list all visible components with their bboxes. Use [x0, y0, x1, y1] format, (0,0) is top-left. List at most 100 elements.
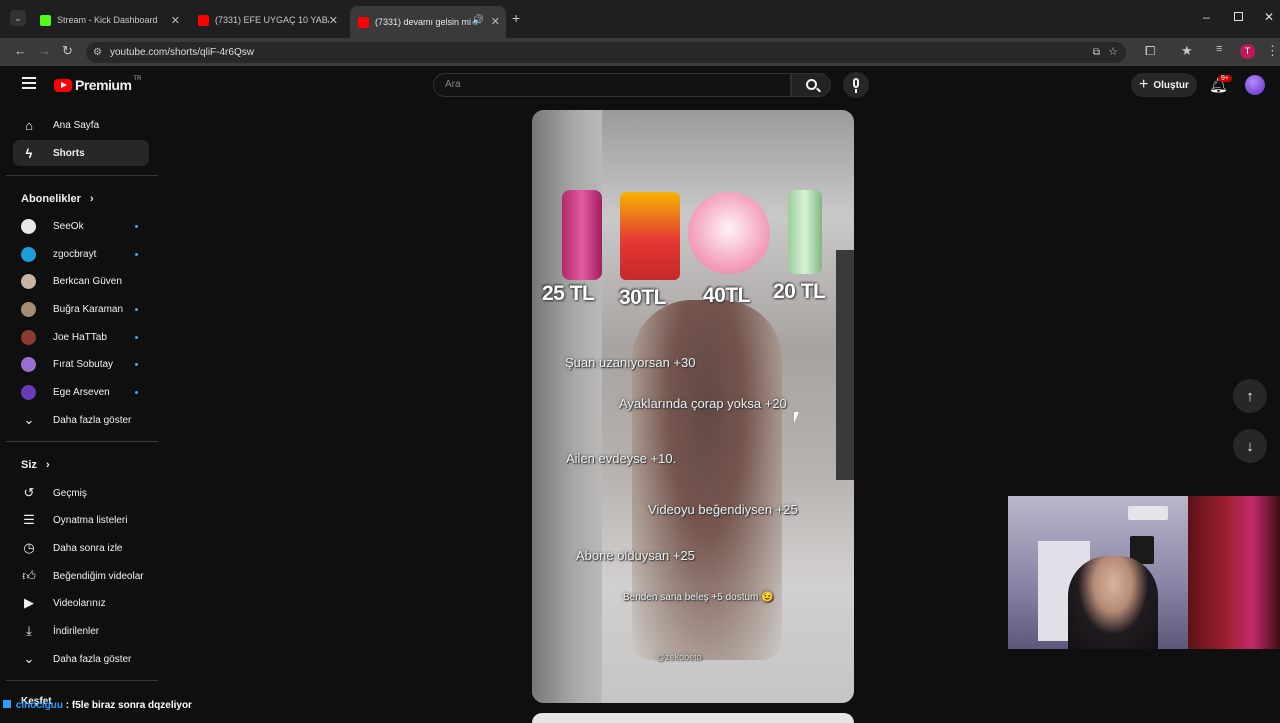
sidebar-divider [6, 175, 158, 176]
back-icon[interactable]: ← [14, 43, 27, 58]
sidebar-show-more-you[interactable]: ⌄ Daha fazla göster [13, 646, 149, 672]
sidebar-item-home[interactable]: ⌂ Ana Sayfa [13, 112, 149, 138]
playlist-icon: ☰ [23, 512, 35, 527]
sidebar-item-label: zgocbrayt [53, 248, 97, 260]
youtube-play-logo-icon [54, 78, 72, 92]
new-tab-button[interactable]: + [512, 10, 520, 26]
chat-username: cinociguu [15, 700, 64, 711]
chevron-right-icon: › [89, 193, 94, 205]
sidebar-sub-zgocbrayt[interactable]: zgocbrayt [13, 241, 149, 267]
youtube-favicon-icon [198, 14, 209, 26]
streamer-webcam [1008, 496, 1280, 649]
video-caption-line: Şuan uzanıyorsan +30 [565, 355, 696, 370]
sidebar-item-downloads[interactable]: ⤓ İndirilenler [13, 618, 149, 644]
close-tab-icon[interactable]: ✕ [491, 15, 500, 28]
voice-search-button[interactable] [843, 72, 869, 98]
tab-youtube-short[interactable]: (7331) devamı gelsin mi #fc 🔊 ✕ [350, 6, 506, 38]
chat-message-text: : f5le biraz sonra dqzeliyor [65, 700, 192, 711]
bookmark-star-icon[interactable]: ☆ [1108, 42, 1118, 63]
logo-text: Premium [75, 77, 132, 93]
sidebar-item-watch-later[interactable]: ◷ Daha sonra izle [13, 535, 149, 561]
new-content-dot [135, 252, 138, 256]
watch-later-icon: ◷ [23, 540, 35, 555]
new-content-dot [135, 224, 138, 228]
mouse-cursor-icon [794, 412, 799, 423]
account-avatar[interactable] [1245, 75, 1265, 95]
close-window-icon[interactable]: ✕ [1264, 10, 1274, 24]
new-content-dot [135, 362, 138, 366]
sidebar-show-more-subs[interactable]: ⌄ Daha fazla göster [13, 407, 149, 433]
sidebar-item-label: Berkcan Güven [53, 275, 122, 287]
short-video-player[interactable]: 25 TL 30TL 40TL 20 TL Şuan uzanıyorsan +… [532, 110, 854, 703]
video-caption-line: Ayaklarında çorap yoksa +20 [619, 396, 787, 411]
bookmarks-icon[interactable]: ★ [1181, 43, 1193, 59]
search-input[interactable]: Ara [433, 73, 791, 97]
reload-icon[interactable]: ↻ [62, 43, 73, 59]
sidebar-item-liked[interactable]: 👍︎ Beğendiğim videolar [13, 563, 149, 589]
arrow-down-icon: ↓ [1246, 437, 1254, 455]
sidebar-item-history[interactable]: ↺ Geçmiş [13, 480, 149, 506]
restore-icon[interactable] [1234, 12, 1243, 21]
create-button[interactable]: + Oluştur [1131, 73, 1197, 97]
browser-tab-bar: ⌄ Stream - Kick Dashboard ✕ (7331) EFE U… [0, 0, 1280, 38]
close-tab-icon[interactable]: ✕ [329, 14, 338, 27]
subscriptions-header[interactable]: Abonelikler › [21, 193, 94, 205]
install-app-icon[interactable]: ⧉ [1093, 42, 1100, 63]
mic-stand [855, 89, 857, 93]
cheetos-bag [620, 192, 680, 280]
address-bar[interactable]: ⚙ youtube.com/shorts/qliF-4r6Qsw ⧉ ☆ [86, 42, 1126, 63]
price-label: 20 TL [773, 280, 826, 303]
next-short-button[interactable]: ↓ [1233, 429, 1267, 463]
forward-icon[interactable]: → [38, 43, 51, 58]
webcam-ac-unit [1128, 506, 1168, 520]
previous-short-button[interactable]: ↑ [1233, 379, 1267, 413]
sidebar-item-label: Fırat Sobutay [53, 358, 114, 370]
tab-kick-dashboard[interactable]: Stream - Kick Dashboard ✕ [32, 8, 186, 32]
home-icon: ⌂ [25, 117, 33, 133]
sidebar-item-label: Oynatma listeleri [53, 514, 128, 526]
audio-playing-icon[interactable]: 🔊 [472, 15, 484, 26]
notification-count-badge: 9+ [1218, 75, 1232, 82]
media-control-icon[interactable]: ≡ [1216, 43, 1222, 55]
browser-menu-icon[interactable]: ⋮ [1266, 43, 1279, 59]
sidebar-item-shorts[interactable]: ϟ Shorts [13, 140, 149, 166]
avatar [21, 356, 36, 372]
create-label: Oluştur [1153, 79, 1189, 91]
new-content-dot [135, 307, 138, 311]
sidebar-sub-ege[interactable]: Ege Arseven [13, 379, 149, 405]
youtube-logo[interactable]: Premium TR [54, 76, 141, 94]
sidebar-item-label: Ege Arseven [53, 386, 110, 398]
avatar [21, 301, 36, 317]
sidebar-item-playlists[interactable]: ☰ Oynatma listeleri [13, 507, 149, 533]
you-header[interactable]: Siz › [21, 459, 50, 471]
green-drink-can [788, 190, 822, 274]
sidebar-item-your-videos[interactable]: ▶︎ Videolarınız [13, 590, 149, 616]
sidebar-sub-joe[interactable]: Joe HaTTab [13, 324, 149, 350]
sidebar-sub-berkcan[interactable]: Berkcan Güven [13, 268, 149, 294]
price-label: 40TL [703, 284, 751, 307]
video-caption-line: Benden sana beleş +5 dostum 😉 [623, 592, 774, 603]
sidebar-sub-seeok[interactable]: SeeOk [13, 213, 149, 239]
sidebar-item-label: Shorts [53, 147, 85, 159]
tab-search-icon[interactable]: ⌄ [10, 10, 26, 26]
sidebar-sub-firat[interactable]: Fırat Sobutay [13, 351, 149, 377]
hamburger-menu-icon[interactable] [22, 77, 36, 89]
site-info-icon[interactable]: ⚙ [93, 42, 102, 63]
close-tab-icon[interactable]: ✕ [171, 14, 180, 27]
search-button[interactable] [791, 73, 831, 97]
hamburger-middle-bar [22, 82, 36, 84]
tab-youtube-efe[interactable]: (7331) EFE UYGAÇ 10 YABANCI ✕ [190, 8, 344, 32]
like-icon: 👍︎ [22, 568, 36, 583]
sidebar-sub-bugra[interactable]: Buğra Karaman [13, 296, 149, 322]
video-caption-line: Ailen evdeyse +10. [566, 451, 677, 466]
next-short-preview[interactable] [532, 713, 854, 723]
sidebar-item-label: Beğendiğim videolar [53, 570, 144, 582]
minimize-icon[interactable]: – [1203, 10, 1210, 24]
youtube-favicon-icon [358, 16, 369, 28]
pink-soda-can [562, 190, 602, 280]
plus-icon: + [1139, 76, 1149, 93]
extensions-icon[interactable]: ⧠ [1145, 43, 1155, 59]
profile-avatar[interactable]: T [1240, 44, 1255, 59]
avatar [21, 273, 36, 289]
sidebar-item-label: Ana Sayfa [53, 119, 100, 131]
